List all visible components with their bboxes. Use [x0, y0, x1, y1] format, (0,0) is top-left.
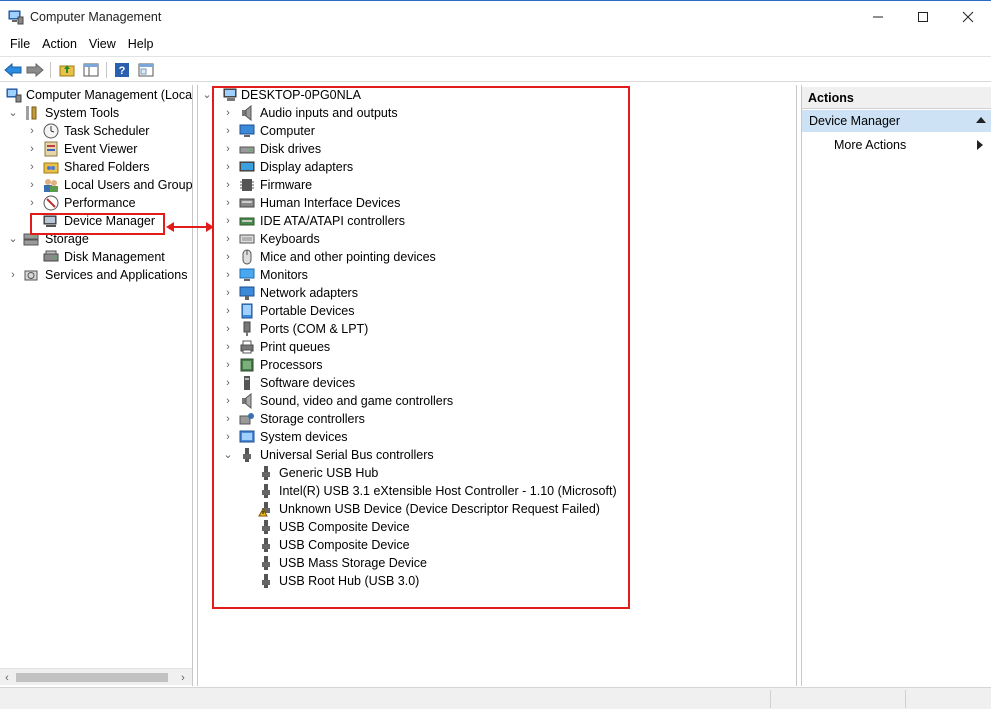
- tree-item-event-viewer[interactable]: › Event Viewer: [4, 140, 192, 158]
- tree-item-task-scheduler[interactable]: › Task Scheduler: [4, 122, 192, 140]
- menu-bar: File Action View Help: [0, 33, 991, 55]
- tree-label: Event Viewer: [64, 142, 138, 156]
- chevron-right-icon[interactable]: ›: [27, 158, 37, 176]
- up-one-level-button[interactable]: [57, 60, 77, 80]
- chevron-down-icon[interactable]: ⌄: [8, 104, 18, 122]
- submenu-arrow-icon: [977, 140, 983, 150]
- scroll-left-icon[interactable]: ‹: [0, 669, 14, 686]
- horizontal-scrollbar[interactable]: ‹ ›: [0, 668, 192, 686]
- chevron-right-icon[interactable]: ›: [27, 140, 37, 158]
- status-cell: [770, 690, 905, 708]
- help-button[interactable]: ?: [112, 60, 132, 80]
- computer-management-icon: [8, 10, 24, 25]
- toolbar-separator: [50, 62, 51, 78]
- chevron-right-icon[interactable]: ›: [27, 122, 37, 140]
- minimize-button[interactable]: [855, 2, 901, 32]
- tree-label: Performance: [64, 196, 136, 210]
- status-cell: [905, 690, 991, 708]
- svg-text:?: ?: [119, 65, 126, 77]
- clock-icon: [43, 123, 59, 139]
- maximize-button[interactable]: [900, 2, 946, 32]
- tree-item-performance[interactable]: › Performance: [4, 194, 192, 212]
- chevron-down-icon[interactable]: ⌄: [8, 230, 18, 248]
- actions-device-manager[interactable]: Device Manager: [802, 110, 991, 132]
- users-icon: [44, 179, 58, 192]
- scroll-right-icon[interactable]: ›: [176, 669, 190, 686]
- help-icon: ?: [115, 63, 129, 77]
- console-tree-pane: Computer Management (Local ⌄ System Tool…: [0, 85, 193, 686]
- disk-management-icon: [43, 250, 59, 262]
- tree-label: Task Scheduler: [64, 124, 150, 138]
- status-bar: [0, 687, 991, 709]
- back-arrow-icon: [4, 63, 22, 77]
- tree-label: Shared Folders: [64, 160, 150, 174]
- close-button[interactable]: [945, 2, 991, 32]
- show-hide-console-tree-button[interactable]: [81, 60, 101, 80]
- actions-pane: Actions Device Manager More Actions: [801, 85, 991, 686]
- properties-button[interactable]: [136, 60, 156, 80]
- device-manager-highlight-box: [30, 213, 165, 235]
- tree-label: Computer Management (Local: [26, 88, 193, 102]
- shared-folder-icon: [43, 162, 59, 174]
- tree-item-system-tools[interactable]: ⌄ System Tools: [4, 104, 192, 122]
- chevron-down-icon[interactable]: ⌄: [202, 86, 212, 104]
- tree-item-local-users-and-groups[interactable]: › Local Users and Groups: [4, 176, 193, 194]
- double-arrow-icon: [166, 222, 214, 232]
- tree-label: Disk Management: [64, 250, 165, 264]
- performance-icon: [43, 195, 59, 211]
- back-button[interactable]: [3, 60, 23, 80]
- collapse-triangle-icon[interactable]: [976, 117, 986, 123]
- menu-view[interactable]: View: [83, 34, 122, 54]
- services-icon: [24, 270, 38, 281]
- event-viewer-icon: [44, 141, 58, 157]
- up-folder-icon: [59, 65, 75, 77]
- tree-label: Local Users and Groups: [64, 178, 193, 192]
- chevron-right-icon[interactable]: ›: [8, 266, 18, 284]
- more-actions-link[interactable]: More Actions: [834, 135, 906, 155]
- chevron-right-icon[interactable]: ›: [27, 176, 37, 194]
- menu-file[interactable]: File: [4, 34, 36, 54]
- toolbar: ?: [0, 56, 991, 82]
- actions-header: Actions: [802, 87, 991, 109]
- tools-icon: [26, 106, 37, 120]
- menu-action[interactable]: Action: [36, 34, 83, 54]
- tree-label: System Tools: [45, 106, 120, 120]
- computer-management-window: Computer Management File Action View Hel…: [0, 0, 991, 709]
- minimize-icon: [873, 16, 883, 18]
- tree-item-disk-management[interactable]: Disk Management: [4, 248, 192, 266]
- chevron-right-icon[interactable]: ›: [27, 194, 37, 212]
- show-hide-console-tree-icon: [83, 63, 99, 77]
- menu-help[interactable]: Help: [122, 34, 160, 54]
- tree-item-services-and-applications[interactable]: › Services and Applications: [4, 266, 192, 284]
- tree-item-shared-folders[interactable]: › Shared Folders: [4, 158, 192, 176]
- window-title: Computer Management: [30, 10, 162, 24]
- tree-item-root[interactable]: Computer Management (Local: [4, 86, 193, 104]
- maximize-icon: [918, 12, 928, 22]
- computer-management-icon: [6, 88, 22, 103]
- device-tree-highlight-box: [212, 86, 630, 609]
- close-icon: [962, 11, 974, 23]
- tree-label: Services and Applications: [45, 268, 188, 282]
- toolbar-separator: [106, 62, 107, 78]
- forward-arrow-icon: [26, 63, 44, 77]
- properties-icon: [138, 63, 154, 77]
- forward-button[interactable]: [25, 60, 45, 80]
- title-bar: Computer Management: [0, 2, 991, 32]
- actions-device-manager-label: Device Manager: [809, 114, 901, 128]
- scrollbar-thumb[interactable]: [16, 673, 168, 682]
